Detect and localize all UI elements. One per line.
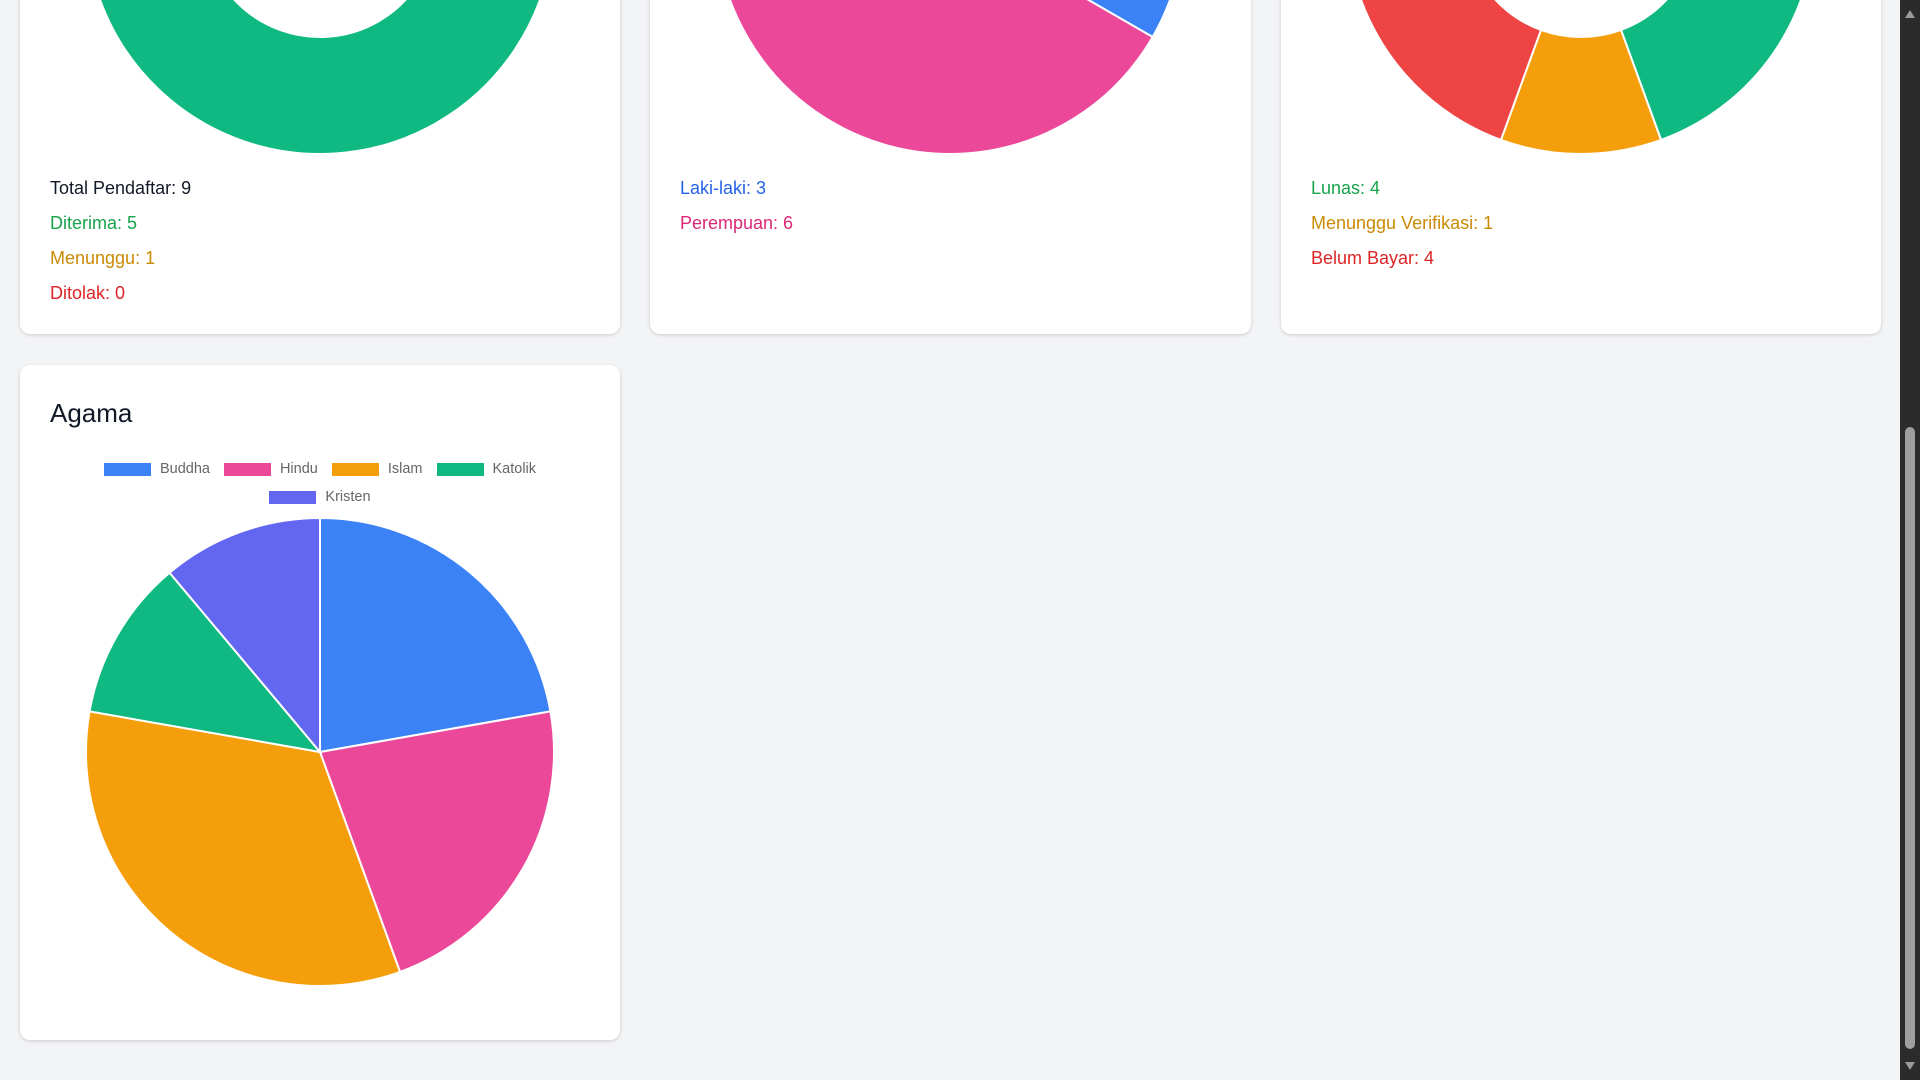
payment-status-stats: Lunas: 4 Menunggu Verifikasi: 1 Belum Ba… [1311, 178, 1493, 283]
total-registrants-text: Total Pendaftar: 9 [50, 178, 192, 198]
legend-item-kristen[interactable]: Kristen [269, 489, 371, 505]
rejected-count-text: Ditolak: 0 [50, 283, 126, 303]
legend-swatch [103, 462, 151, 476]
payment-status-card: Lunas: 4 Menunggu Verifikasi: 1 Belum Ba… [1281, 0, 1881, 334]
waiting-count-text: Menunggu: 1 [50, 248, 156, 268]
status-slice-diterima[interactable] [86, 0, 554, 155]
accepted-count-text: Diterima: 5 [50, 213, 138, 233]
registration-status-doughnut-chart [86, 0, 554, 155]
triangle-down-icon[interactable] [1905, 1062, 1915, 1070]
legend-swatch [223, 462, 271, 476]
legend-item-islam[interactable]: Islam [331, 461, 423, 477]
legend-item-buddha[interactable]: Buddha [103, 461, 210, 477]
paid-count-text: Lunas: 4 [1311, 178, 1381, 198]
legend-label: Buddha [159, 461, 210, 477]
religion-card: Agama Buddha Hindu Islam Katolik Kristen [20, 365, 620, 1040]
legend-label: Islam [387, 461, 423, 477]
legend-item-hindu[interactable]: Hindu [223, 461, 318, 477]
male-count-text: Laki-laki: 3 [680, 178, 767, 198]
gender-slice-perempuan[interactable] [716, 0, 1155, 155]
unpaid-count-text: Belum Bayar: 4 [1311, 248, 1435, 268]
religion-pie-chart [85, 516, 555, 987]
legend-label: Katolik [492, 461, 537, 477]
pending-verification-count-text: Menunggu Verifikasi: 1 [1311, 213, 1494, 233]
vertical-scrollbar[interactable] [1900, 0, 1920, 1080]
legend-item-katolik[interactable]: Katolik [436, 461, 537, 477]
legend-swatch [331, 462, 379, 476]
legend-swatch [436, 462, 484, 476]
female-count-text: Perempuan: 6 [680, 213, 794, 233]
religion-legend-row: Kristen [20, 489, 620, 505]
religion-card-title: Agama [50, 398, 133, 428]
religion-legend-row: Buddha Hindu Islam Katolik [20, 461, 620, 477]
gender-pie-chart [716, 0, 1171, 155]
legend-swatch [269, 490, 317, 504]
payment-status-doughnut-chart [1360, 0, 1802, 155]
registration-status-stats: Total Pendaftar: 9 Diterima: 5 Menunggu:… [50, 178, 191, 318]
legend-label: Hindu [279, 461, 318, 477]
registration-status-card: Total Pendaftar: 9 Diterima: 5 Menunggu:… [20, 0, 620, 334]
legend-label: Kristen [325, 489, 371, 505]
gender-stats: Laki-laki: 3 Perempuan: 6 [680, 178, 793, 248]
scrollbar-thumb[interactable] [1905, 427, 1915, 1049]
triangle-up-icon[interactable] [1905, 10, 1915, 18]
gender-card: Laki-laki: 3 Perempuan: 6 [650, 0, 1251, 334]
